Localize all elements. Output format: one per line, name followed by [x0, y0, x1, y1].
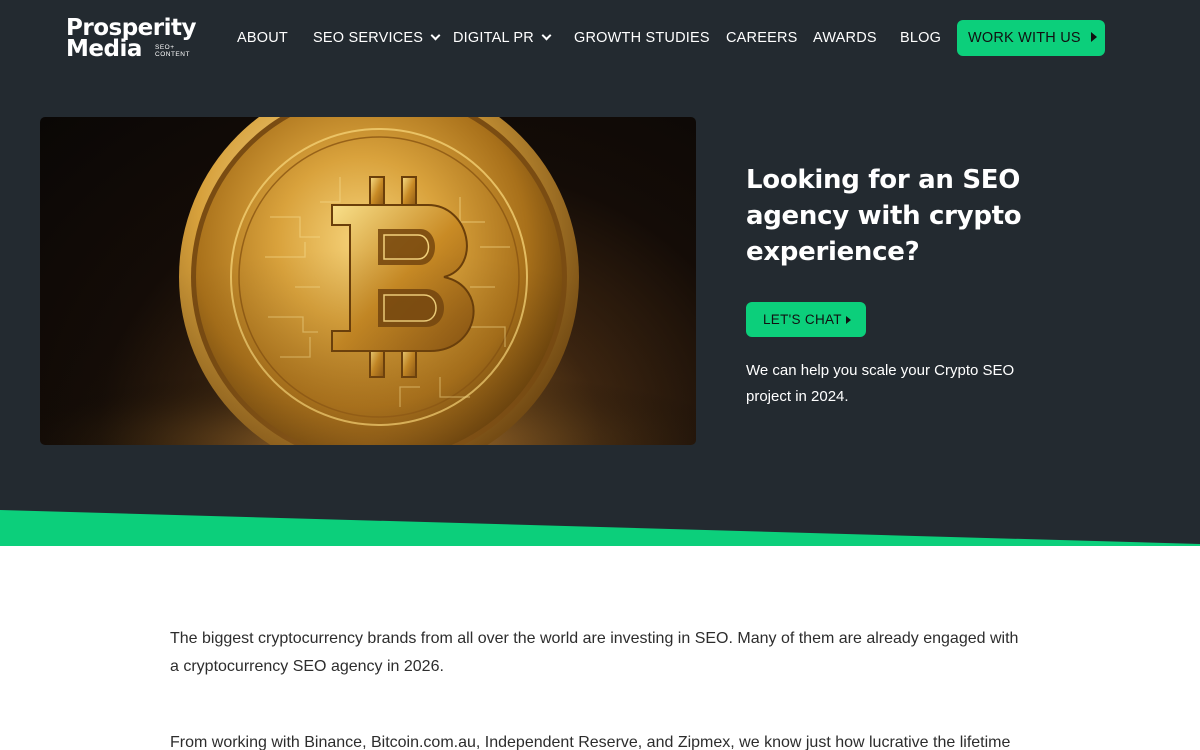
clients-paragraph: From working with Binance, Bitcoin.com.a… — [170, 734, 1011, 750]
chevron-down-icon — [430, 30, 441, 41]
nav-about[interactable]: ABOUT — [237, 29, 288, 47]
hero-section: Prosperity Media SEO+ CONTENT ABOUT SEO … — [0, 0, 1200, 546]
nav-growth-studies[interactable]: GROWTH STUDIES — [574, 29, 710, 47]
caret-right-icon — [845, 316, 851, 324]
nav-blog[interactable]: BLOG — [900, 29, 941, 47]
section-divider — [0, 510, 1200, 546]
lets-chat-button[interactable]: LET'S CHAT — [746, 302, 866, 337]
nav-awards[interactable]: AWARDS — [813, 29, 877, 47]
hero-image — [40, 117, 696, 445]
logo-line-2: Media — [66, 36, 142, 62]
nav-digital-pr-label: DIGITAL PR — [453, 30, 534, 46]
hero-title: Looking for an SEO agency with crypto ex… — [746, 165, 1022, 267]
lets-chat-label: LET'S CHAT — [763, 312, 842, 327]
nav-careers[interactable]: CAREERS — [726, 29, 798, 47]
nav-seo-services[interactable]: SEO SERVICES — [313, 29, 441, 47]
caret-right-icon — [1090, 32, 1097, 42]
work-with-us-button[interactable]: WORK WITH US — [957, 20, 1105, 56]
nav-digital-pr[interactable]: DIGITAL PR — [453, 29, 552, 47]
nav-seo-services-label: SEO SERVICES — [313, 30, 424, 46]
bitcoin-coin-icon — [40, 117, 696, 445]
work-with-us-label: WORK WITH US — [968, 30, 1081, 46]
intro-paragraph: The biggest cryptocurrency brands from a… — [170, 630, 1019, 675]
logo-tagline: SEO+ CONTENT — [155, 44, 190, 58]
chevron-down-icon — [541, 30, 552, 41]
site-logo[interactable]: Prosperity Media SEO+ CONTENT — [66, 16, 206, 62]
hero-description: We can help you scale your Crypto SEO pr… — [746, 362, 1015, 405]
